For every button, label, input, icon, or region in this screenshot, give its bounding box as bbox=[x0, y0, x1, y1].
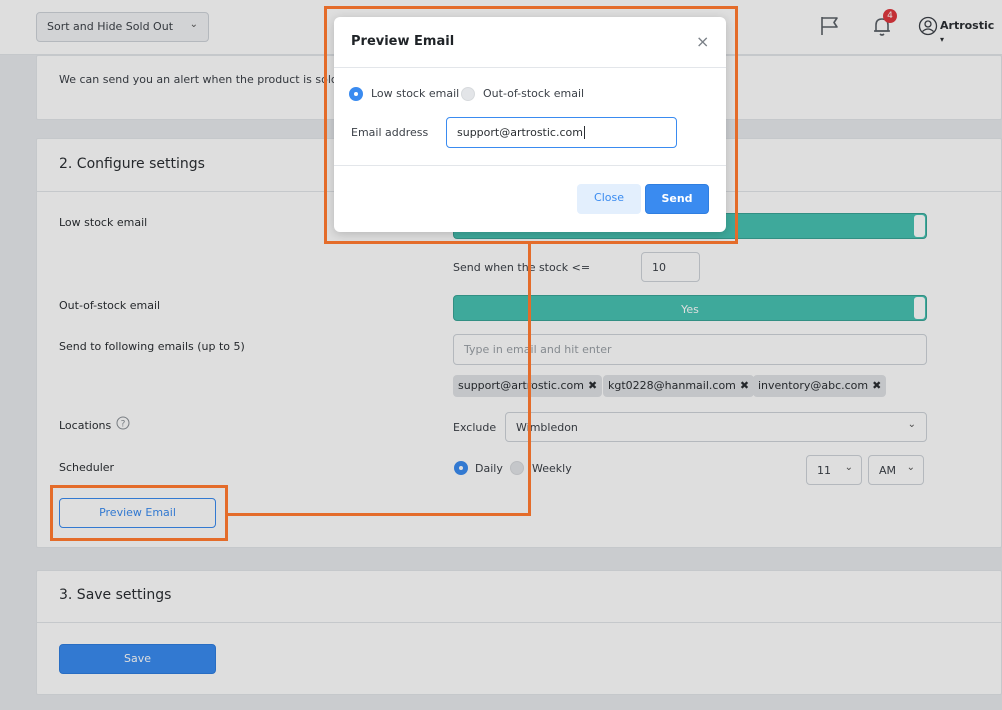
modal-highlight-callout bbox=[324, 6, 738, 244]
callout-connector-horizontal bbox=[228, 513, 531, 516]
preview-button-highlight-callout bbox=[50, 485, 228, 541]
callout-connector-vertical bbox=[528, 244, 531, 516]
